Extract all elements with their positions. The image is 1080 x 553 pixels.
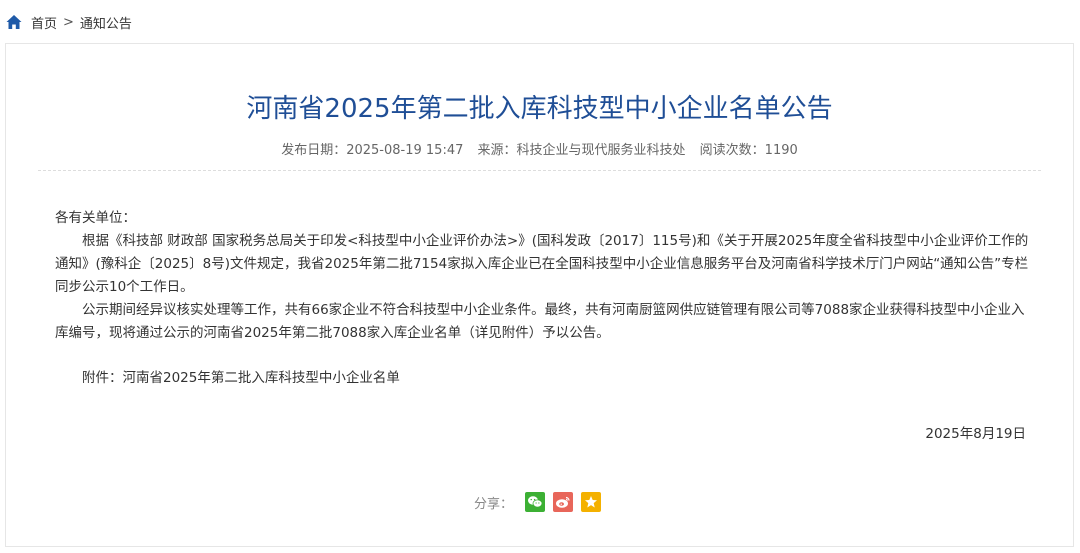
wechat-icon xyxy=(528,496,543,508)
share-favorite-button[interactable] xyxy=(581,492,601,512)
breadcrumb-separator: > xyxy=(63,14,74,30)
attachment-link[interactable]: 附件：河南省2025年第二批入库科技型中小企业名单 xyxy=(55,367,1035,390)
breadcrumb-home-link[interactable]: 首页 xyxy=(31,13,57,32)
paragraph-2: 公示期间经异议核实处理等工作，共有66家企业不符合科技型中小企业条件。最终，共有… xyxy=(55,302,1025,341)
breadcrumb-current-link[interactable]: 通知公告 xyxy=(80,13,132,32)
article-body: 各有关单位： 根据《科技部 财政部 国家税务总局关于印发<科技型中小企业评价办法… xyxy=(55,207,1035,390)
share-label: 分享： xyxy=(473,496,513,512)
signature-date: 2025年8月19日 xyxy=(925,426,1026,442)
read-count: 阅读次数：1190 xyxy=(699,143,798,158)
home-icon[interactable] xyxy=(6,14,22,30)
share-bar: 分享： xyxy=(6,492,1073,512)
publish-date: 发布日期：2025-08-19 15:47 xyxy=(281,143,464,158)
divider xyxy=(38,170,1041,171)
share-wechat-button[interactable] xyxy=(525,492,545,512)
article-source: 来源：科技企业与现代服务业科技处 xyxy=(477,143,686,158)
weibo-icon xyxy=(556,496,570,508)
share-weibo-button[interactable] xyxy=(553,492,573,512)
breadcrumb: 首页 > 通知公告 xyxy=(6,12,132,32)
star-icon xyxy=(585,496,597,508)
paragraph-1: 根据《科技部 财政部 国家税务总局关于印发<科技型中小企业评价办法>》(国科发政… xyxy=(55,233,1029,295)
article-card: 河南省2025年第二批入库科技型中小企业名单公告 发布日期：2025-08-19… xyxy=(5,43,1074,547)
article-title: 河南省2025年第二批入库科技型中小企业名单公告 xyxy=(246,94,833,125)
salutation: 各有关单位： xyxy=(55,210,136,226)
article-meta: 发布日期：2025-08-19 15:47 来源：科技企业与现代服务业科技处 阅… xyxy=(6,139,1073,158)
